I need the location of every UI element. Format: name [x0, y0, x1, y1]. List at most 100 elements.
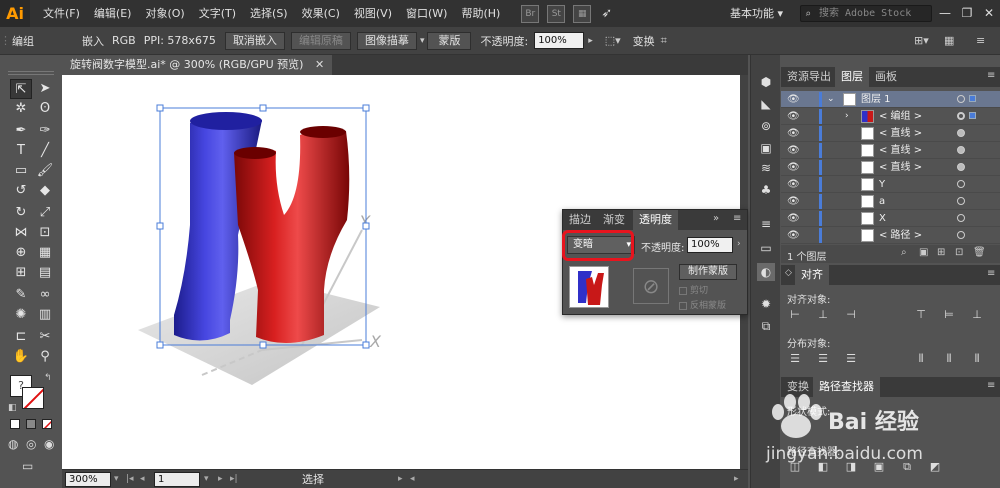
opacity-input[interactable]: 100%: [534, 32, 585, 49]
image-trace-panel-icon[interactable]: ✹: [757, 295, 775, 313]
layer-name[interactable]: < 编组 >: [879, 108, 922, 125]
visibility-eye-icon[interactable]: 👁: [787, 142, 800, 159]
artwork-thumbnail[interactable]: [569, 266, 609, 308]
brushes-icon[interactable]: ≋: [757, 159, 775, 177]
layer-name[interactable]: < 路径 >: [879, 227, 922, 244]
mesh-tool-icon[interactable]: ⊞: [10, 263, 32, 283]
panel-options-icon[interactable]: ▦: [944, 34, 954, 47]
arrange-documents-icon[interactable]: ▦: [573, 4, 592, 23]
stock-icon[interactable]: St: [547, 4, 566, 23]
visibility-eye-icon[interactable]: 👁: [787, 210, 800, 227]
invert-mask-checkbox[interactable]: 反相蒙版: [679, 300, 749, 312]
arrange-icon[interactable]: ⊞▾: [914, 34, 929, 47]
minimize-button[interactable]: —: [934, 0, 956, 27]
libraries-icon[interactable]: ◣: [757, 95, 775, 113]
distribute-left-icon[interactable]: ⫴: [913, 351, 929, 367]
align-h-center-icon[interactable]: ⊥: [815, 307, 831, 323]
isolate-icon[interactable]: ⌗: [661, 34, 667, 48]
artboard-number-input[interactable]: 1: [154, 472, 200, 487]
blend-tool-icon[interactable]: ∞: [34, 285, 56, 305]
trace-dropdown-icon[interactable]: ▾: [420, 36, 425, 46]
zoom-select[interactable]: 300%: [65, 472, 111, 487]
expand-arrow-icon[interactable]: ›: [845, 108, 849, 125]
layer-name[interactable]: X: [879, 210, 886, 227]
clipping-mask-icon[interactable]: ▣: [919, 247, 928, 258]
curvature-tool-icon[interactable]: ✑: [34, 121, 56, 141]
mask-button[interactable]: 蒙版: [427, 31, 472, 50]
screen-mode-icon[interactable]: ▭: [22, 459, 33, 473]
collapse-icon[interactable]: »: [713, 213, 719, 224]
prev-artboard-icon[interactable]: ◂: [140, 472, 145, 487]
layer-row-path[interactable]: 👁 < 路径 >: [781, 227, 1000, 244]
swap-fill-stroke-icon[interactable]: ↰: [44, 373, 52, 383]
perspective-grid-tool-icon[interactable]: ▦: [34, 243, 56, 263]
paintbrush-tool-icon[interactable]: 🖌: [34, 161, 56, 181]
tab-stroke[interactable]: 描边: [563, 210, 597, 230]
zoom-tool-icon[interactable]: ⚲: [34, 347, 56, 367]
artboard-dropdown-icon[interactable]: ▾: [204, 472, 209, 487]
status-menu-icon[interactable]: ▸: [398, 472, 403, 487]
edit-original-button[interactable]: 编辑原稿: [290, 31, 351, 50]
close-button[interactable]: ✕: [978, 0, 1000, 27]
tab-gradient[interactable]: 渐变: [597, 210, 631, 230]
align-right-icon[interactable]: ⊣: [843, 307, 859, 323]
new-sublayer-icon[interactable]: ⊞: [937, 247, 945, 258]
target-icon[interactable]: [957, 95, 965, 103]
target-icon[interactable]: [957, 180, 965, 188]
layer-row-line[interactable]: 👁 < 直线 >: [781, 159, 1000, 176]
tab-artboards[interactable]: 画板: [869, 67, 903, 87]
target-icon[interactable]: [957, 146, 965, 154]
layer-row-group[interactable]: 👁 › < 编组 >: [781, 108, 1000, 125]
last-artboard-icon[interactable]: ▸|: [230, 472, 238, 487]
symbols-icon[interactable]: ♣: [757, 181, 775, 199]
layer-row-line[interactable]: 👁 < 直线 >: [781, 142, 1000, 159]
next-artboard-icon[interactable]: ▸: [218, 472, 223, 487]
menu-help[interactable]: 帮助(H): [454, 0, 507, 27]
first-artboard-icon[interactable]: |◂: [126, 472, 134, 487]
collapse-panel-icon[interactable]: ◇: [785, 268, 792, 278]
opacity-arrow-icon[interactable]: ▸: [588, 36, 593, 46]
workspace-switcher[interactable]: 基本功能 ▾: [730, 4, 783, 23]
magic-wand-tool-icon[interactable]: ✲: [10, 99, 32, 119]
align-menu-icon[interactable]: ≡: [987, 268, 995, 279]
menu-type[interactable]: 文字(T): [192, 0, 243, 27]
target-icon[interactable]: [957, 112, 965, 120]
distribute-v-center-icon[interactable]: ☰: [815, 351, 831, 367]
layer-row-layer1[interactable]: 👁 ⌄ 图层 1: [781, 91, 1000, 108]
new-layer-icon[interactable]: ⊡: [955, 247, 963, 258]
rotate-tool-icon[interactable]: ↻: [10, 203, 32, 223]
target-icon[interactable]: [957, 129, 965, 137]
type-tool-icon[interactable]: T: [10, 141, 32, 161]
target-icon[interactable]: [957, 214, 965, 222]
visibility-eye-icon[interactable]: 👁: [787, 91, 800, 108]
delete-layer-icon[interactable]: 🗑: [973, 247, 986, 258]
shape-builder-tool-icon[interactable]: ⊕: [10, 243, 32, 263]
tab-align[interactable]: 对齐: [795, 265, 829, 285]
pathfinder-menu-icon[interactable]: ≡: [987, 380, 995, 391]
zoom-dropdown-icon[interactable]: ▾: [114, 472, 119, 487]
target-icon[interactable]: [957, 163, 965, 171]
visibility-eye-icon[interactable]: 👁: [787, 108, 800, 125]
transparency-opacity-input[interactable]: 100%: [687, 237, 733, 253]
direct-selection-tool-icon[interactable]: ➤: [34, 79, 56, 99]
panel-menu-icon[interactable]: ≡: [733, 213, 741, 224]
selection-tool-icon[interactable]: ⇱: [10, 79, 32, 99]
width-tool-icon[interactable]: ⋈: [10, 223, 32, 243]
free-transform-tool-icon[interactable]: ⊡: [34, 223, 56, 243]
layer-name[interactable]: < 直线 >: [879, 125, 922, 142]
color-guide-icon[interactable]: ⬢: [757, 73, 775, 91]
document-tab[interactable]: 旋转阀数字模型.ai* @ 300% (RGB/GPU 预览) ✕: [62, 55, 333, 75]
target-icon[interactable]: [957, 197, 965, 205]
slice-tool-icon[interactable]: ✂: [34, 327, 56, 347]
distribute-right-icon[interactable]: ⫴: [969, 351, 985, 367]
artboard-tool-icon[interactable]: ⊏: [10, 327, 32, 347]
menu-window[interactable]: 窗口(W): [399, 0, 454, 27]
layer-row-text[interactable]: 👁 X: [781, 210, 1000, 227]
close-tab-icon[interactable]: ✕: [315, 58, 324, 71]
gradient-mode-icon[interactable]: [26, 419, 36, 429]
visibility-eye-icon[interactable]: 👁: [787, 193, 800, 210]
menu-effect[interactable]: 效果(C): [295, 0, 347, 27]
layer-name[interactable]: Y: [879, 176, 885, 193]
rectangle-tool-icon[interactable]: ▭: [10, 161, 32, 181]
draw-inside-icon[interactable]: ◉: [44, 437, 54, 451]
